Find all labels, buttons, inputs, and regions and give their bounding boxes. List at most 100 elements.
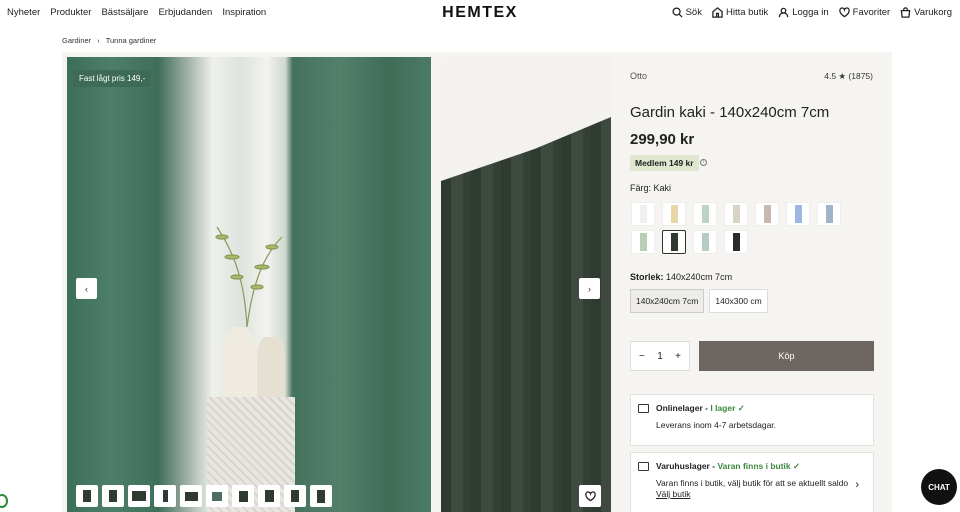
color-swatch[interactable] — [755, 202, 779, 226]
choose-store-link[interactable]: Välj butik — [656, 489, 691, 499]
eco-icon[interactable] — [0, 494, 8, 508]
quantity-value[interactable]: 1 — [657, 351, 663, 362]
thumbnail[interactable] — [180, 485, 202, 507]
thumbnail[interactable] — [102, 485, 124, 507]
plus-icon[interactable]: + — [675, 351, 681, 362]
color-swatch[interactable] — [724, 202, 748, 226]
color-swatch[interactable] — [693, 230, 717, 254]
store-stock-title: Varuhuslager - Varan finns i butik ✓ — [656, 461, 800, 472]
info-icon[interactable]: i — [700, 159, 707, 166]
store-stock-text: Varan finns i butik, välj butik för att … — [656, 478, 849, 488]
nav-produkter[interactable]: Produkter — [50, 7, 91, 18]
size-option-selected[interactable]: 140x240cm 7cm — [630, 289, 705, 313]
quantity-stepper: − 1 + — [630, 341, 690, 371]
thumbnail[interactable] — [76, 485, 98, 507]
online-stock-desc: Leverans inom 4-7 arbetsdagar. — [656, 420, 777, 430]
color-swatch[interactable] — [817, 202, 841, 226]
swatch-color — [825, 205, 833, 223]
search-icon — [672, 7, 683, 18]
swatch-color — [670, 233, 678, 251]
favorites-label: Favoriter — [852, 7, 891, 18]
search-label: Sök — [685, 7, 702, 18]
chevron-right-icon: › — [855, 479, 859, 491]
online-stock-label: Onlinelager - — [656, 403, 708, 413]
swatch-color — [732, 205, 740, 223]
curtain-graphic — [441, 117, 611, 512]
swatch-color — [670, 205, 678, 223]
thumbnail[interactable] — [232, 485, 254, 507]
size-label-text: Storlek: — [630, 272, 664, 282]
store-stock-label: Varuhuslager - — [656, 461, 716, 471]
online-stock-box: Onlinelager - I lager ✓ Leverans inom 4-… — [630, 394, 874, 446]
product-price: 299,90 kr — [630, 131, 695, 148]
swatch-color — [701, 233, 709, 251]
box-icon — [638, 404, 649, 413]
store-stock-desc: Varan finns i butik, välj butik för att … — [656, 478, 851, 500]
login-link[interactable]: Logga in — [778, 7, 829, 18]
buy-button[interactable]: Köp — [699, 341, 874, 371]
color-swatch[interactable] — [631, 230, 655, 254]
plant-graphic — [215, 226, 283, 327]
product-title: Gardin kaki - 140x240cm 7cm — [630, 104, 830, 121]
color-swatch[interactable] — [631, 202, 655, 226]
breadcrumb-tunna-gardiner[interactable]: Tunna gardiner — [106, 36, 157, 45]
size-value: 140x240cm 7cm — [666, 272, 733, 282]
prev-image-button[interactable]: ‹ — [76, 278, 97, 299]
breadcrumb-separator-icon: › — [97, 36, 100, 45]
product-rating[interactable]: 4.5 ★ (1875) — [824, 71, 873, 82]
thumbnail-strip — [76, 485, 332, 507]
color-swatch-selected[interactable] — [662, 230, 686, 254]
swatch-color — [701, 205, 709, 223]
color-swatches — [631, 202, 861, 254]
thumbnail[interactable] — [206, 485, 228, 507]
online-stock-status: I lager ✓ — [710, 403, 745, 413]
thumbnail[interactable] — [310, 485, 332, 507]
color-value: Kaki — [653, 183, 672, 193]
color-swatch[interactable] — [724, 230, 748, 254]
next-image-button[interactable]: › — [579, 278, 600, 299]
find-store-label: Hitta butik — [725, 7, 769, 18]
store-stock-box[interactable]: Varuhuslager - Varan finns i butik ✓ Var… — [630, 452, 874, 512]
search-link[interactable]: Sök — [672, 7, 702, 18]
store-stock-status: Varan finns i butik ✓ — [717, 461, 801, 471]
member-price-badge: Medlem 149 kr — [630, 155, 699, 171]
minus-icon[interactable]: − — [639, 351, 645, 362]
store-icon — [638, 462, 649, 471]
rating-value: 4.5 ★ — [824, 71, 847, 81]
color-label: Färg: Kaki — [630, 183, 671, 193]
heart-icon — [584, 490, 596, 501]
swatch-color — [732, 233, 740, 251]
login-label: Logga in — [792, 7, 829, 18]
swatch-color — [639, 205, 647, 223]
color-swatch[interactable] — [786, 202, 810, 226]
thumbnail[interactable] — [284, 485, 306, 507]
cart-link[interactable]: Varukorg — [900, 7, 952, 18]
favorites-link[interactable]: Favoriter — [838, 7, 891, 18]
find-store-link[interactable]: Hitta butik — [712, 7, 768, 18]
main-menu: Nyheter Produkter Bästsäljare Erbjudande… — [7, 7, 266, 18]
online-stock-title: Onlinelager - I lager ✓ — [656, 403, 745, 414]
color-swatch[interactable] — [693, 202, 717, 226]
color-swatch[interactable] — [662, 202, 686, 226]
nav-erbjudanden[interactable]: Erbjudanden — [158, 7, 212, 18]
user-icon — [778, 7, 789, 18]
product-brand[interactable]: Otto — [630, 71, 647, 81]
thumbnail[interactable] — [154, 485, 176, 507]
thumbnail[interactable] — [128, 485, 150, 507]
size-options: 140x240cm 7cm 140x300 cm — [630, 289, 768, 313]
review-count: (1875) — [848, 71, 873, 81]
breadcrumb-gardiner[interactable]: Gardiner — [62, 36, 91, 45]
favorite-button[interactable] — [579, 485, 601, 507]
swatch-color — [763, 205, 771, 223]
size-label: Storlek: 140x240cm 7cm — [630, 272, 732, 282]
nav-bastsaljare[interactable]: Bästsäljare — [101, 7, 148, 18]
thumbnail[interactable] — [258, 485, 280, 507]
utility-menu: Sök Hitta butik Logga in Favoriter Varuk… — [672, 7, 952, 18]
nav-nyheter[interactable]: Nyheter — [7, 7, 40, 18]
chat-button[interactable]: CHAT — [921, 469, 957, 505]
cart-label: Varukorg — [914, 7, 952, 18]
nav-inspiration[interactable]: Inspiration — [222, 7, 266, 18]
vase-graphic — [222, 327, 256, 407]
size-option[interactable]: 140x300 cm — [709, 289, 768, 313]
product-image-main[interactable] — [67, 57, 431, 512]
